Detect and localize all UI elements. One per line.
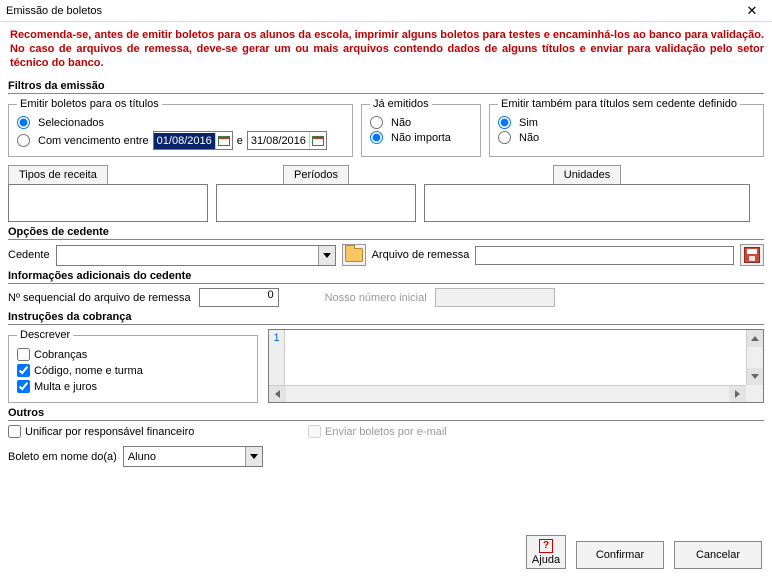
- cedente-header: Opções de cedente: [8, 226, 764, 240]
- footer-buttons: ? Ajuda Confirmar Cancelar: [526, 535, 762, 569]
- date-from-input[interactable]: 01/08/2016: [153, 131, 233, 150]
- scroll-right-icon[interactable]: [729, 386, 746, 402]
- chevron-down-icon: [318, 246, 335, 265]
- nossonum-input: [435, 288, 555, 307]
- cedente-label: Cedente: [8, 249, 50, 261]
- close-icon: ✕: [747, 3, 758, 19]
- info-header: Informações adicionais do cedente: [8, 270, 764, 284]
- chevron-down-icon: [245, 447, 262, 466]
- confirm-button[interactable]: Confirmar: [576, 541, 664, 569]
- legend-titulos: Emitir boletos para os títulos: [17, 98, 162, 110]
- content-area: Recomenda-se, antes de emitir boletos pa…: [0, 22, 772, 475]
- radio-vencimento[interactable]: [17, 134, 30, 147]
- label-cobrancas: Cobranças: [34, 349, 87, 361]
- arquivo-label: Arquivo de remessa: [372, 249, 470, 261]
- radio-nao[interactable]: [370, 116, 383, 129]
- legend-descrever: Descrever: [17, 329, 73, 341]
- label-codigo: Código, nome e turma: [34, 365, 143, 377]
- help-button[interactable]: ? Ajuda: [526, 535, 566, 569]
- boleto-nome-value: Aluno: [124, 451, 245, 463]
- date-to-text: 31/08/2016: [248, 133, 309, 149]
- radio-selecionados[interactable]: [17, 116, 30, 129]
- date-to-input[interactable]: 31/08/2016: [247, 131, 327, 150]
- label-enviar: Enviar boletos por e-mail: [325, 426, 447, 438]
- help-label: Ajuda: [532, 554, 560, 566]
- label-unificar: Unificar por responsável financeiro: [25, 426, 194, 438]
- label-sc-nao: Não: [519, 132, 539, 144]
- cancel-button[interactable]: Cancelar: [674, 541, 762, 569]
- label-vencimento: Com vencimento entre: [38, 135, 149, 147]
- radio-sc-nao[interactable]: [498, 131, 511, 144]
- tab-tipos-receita-group: Tipos de receita: [8, 165, 208, 222]
- fieldset-descrever: Descrever Cobranças Código, nome e turma…: [8, 329, 258, 403]
- vertical-scrollbar[interactable]: [746, 330, 763, 385]
- date-separator: e: [237, 135, 243, 147]
- label-nao-importa: Não importa: [391, 132, 451, 144]
- folder-icon: [345, 248, 363, 262]
- fieldset-emitir-titulos: Emitir boletos para os títulos Seleciona…: [8, 98, 353, 157]
- scroll-left-icon[interactable]: [269, 386, 286, 402]
- boleto-nome-label: Boleto em nome do(a): [8, 451, 117, 463]
- tab-unidades[interactable]: Unidades: [553, 165, 621, 184]
- chk-multa[interactable]: [17, 380, 30, 393]
- label-selecionados: Selecionados: [38, 117, 104, 129]
- calendar-icon[interactable]: [309, 132, 326, 149]
- radio-sim[interactable]: [498, 116, 511, 129]
- arquivo-save-button[interactable]: [740, 244, 764, 266]
- filters-header: Filtros da emissão: [8, 80, 764, 94]
- memo-gutter: 1: [269, 330, 285, 385]
- arquivo-remessa-input[interactable]: [475, 246, 734, 265]
- chk-enviar: [308, 425, 321, 438]
- warning-text: Recomenda-se, antes de emitir boletos pa…: [8, 26, 764, 76]
- scroll-corner: [746, 385, 763, 402]
- legend-ja-emitidos: Já emitidos: [370, 98, 432, 110]
- chk-unificar[interactable]: [8, 425, 21, 438]
- close-button[interactable]: ✕: [736, 1, 768, 21]
- date-from-text: 01/08/2016: [154, 133, 215, 149]
- tab-unidades-group: Unidades: [424, 165, 750, 222]
- tab-tipos-receita[interactable]: Tipos de receita: [8, 165, 108, 184]
- tab-periodos-group: Períodos: [216, 165, 416, 222]
- window-title: Emissão de boletos: [6, 5, 102, 17]
- label-nao: Não: [391, 117, 411, 129]
- chk-cobrancas[interactable]: [17, 348, 30, 361]
- list-tipos-receita[interactable]: [8, 184, 208, 222]
- radio-nao-importa[interactable]: [370, 131, 383, 144]
- horizontal-scrollbar[interactable]: [269, 385, 746, 402]
- memo-instrucoes[interactable]: 1: [268, 329, 764, 403]
- legend-sem-cedente: Emitir também para títulos sem cedente d…: [498, 98, 740, 110]
- cedente-open-button[interactable]: [342, 244, 366, 266]
- list-unidades[interactable]: [424, 184, 750, 222]
- list-periodos[interactable]: [216, 184, 416, 222]
- cedente-combo[interactable]: [56, 245, 336, 266]
- label-sim: Sim: [519, 117, 538, 129]
- outros-header: Outros: [8, 407, 764, 421]
- nossonum-label: Nosso número inicial: [325, 292, 427, 304]
- save-icon: [744, 247, 760, 263]
- tab-periodos[interactable]: Períodos: [283, 165, 349, 184]
- instrucoes-header: Instruções da cobrança: [8, 311, 764, 325]
- label-multa: Multa e juros: [34, 381, 97, 393]
- calendar-icon[interactable]: [215, 132, 232, 149]
- seq-label: Nº sequencial do arquivo de remessa: [8, 292, 191, 304]
- scroll-up-icon[interactable]: [747, 330, 763, 347]
- help-icon: ?: [539, 539, 553, 553]
- chk-codigo[interactable]: [17, 364, 30, 377]
- boleto-nome-combo[interactable]: Aluno: [123, 446, 263, 467]
- fieldset-sem-cedente: Emitir também para títulos sem cedente d…: [489, 98, 764, 157]
- fieldset-ja-emitidos: Já emitidos Não Não importa: [361, 98, 481, 157]
- titlebar: Emissão de boletos ✕: [0, 0, 772, 22]
- scroll-down-icon[interactable]: [747, 368, 763, 385]
- seq-input[interactable]: 0: [199, 288, 279, 307]
